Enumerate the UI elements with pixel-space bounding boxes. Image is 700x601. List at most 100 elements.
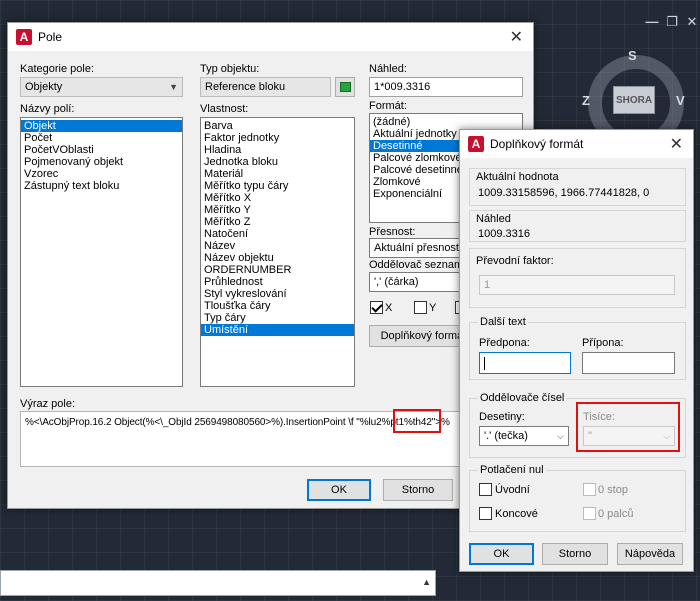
list-item[interactable]: Natočení bbox=[201, 228, 354, 240]
decimal-value: '.' (tečka) bbox=[484, 430, 528, 442]
conversion-value: 1 bbox=[484, 279, 491, 291]
expression-text: %<\AcObjProp.16.2 Object(%<\_ObjId 25694… bbox=[25, 417, 450, 428]
chevron-down-icon: ▼ bbox=[169, 82, 178, 92]
x-label: X bbox=[385, 302, 393, 314]
list-item[interactable]: Typ čáry bbox=[201, 312, 354, 324]
list-item[interactable]: Měřítko typu čáry bbox=[201, 180, 354, 192]
category-label: Kategorie pole: bbox=[20, 63, 94, 75]
conversion-group: Převodní faktor: 1 bbox=[469, 248, 686, 308]
additional-text-group: Další text Předpona: Přípona: bbox=[469, 316, 686, 380]
fieldnames-list[interactable]: Objekt Počet PočetVOblasti Pojmenovaný o… bbox=[20, 117, 183, 387]
dialog-title: Pole bbox=[38, 30, 63, 44]
list-item[interactable]: Jednotka bloku bbox=[201, 156, 354, 168]
minimize-icon[interactable]: — bbox=[642, 14, 662, 29]
ok-button[interactable]: OK bbox=[307, 479, 371, 501]
object-type-label: Typ objektu: bbox=[200, 63, 260, 75]
precision-label: Přesnost: bbox=[369, 226, 416, 238]
zero-suppression-label: Potlačení nul bbox=[478, 464, 546, 476]
list-item[interactable]: Měřítko Z bbox=[201, 216, 354, 228]
x-checkbox[interactable] bbox=[370, 301, 383, 314]
list-item[interactable]: Objekt bbox=[21, 120, 182, 132]
viewcube-face[interactable]: SHORA bbox=[613, 86, 655, 114]
list-item[interactable]: Měřítko X bbox=[201, 192, 354, 204]
select-object-button[interactable] bbox=[335, 77, 355, 97]
list-item[interactable]: Pojmenovaný objekt bbox=[21, 156, 182, 168]
dialog-title: Doplňkový formát bbox=[490, 137, 584, 151]
zero-inches-checkbox[interactable] bbox=[583, 507, 596, 520]
zero-inches-label: 0 palců bbox=[598, 508, 634, 520]
autocad-logo-icon: A bbox=[468, 136, 484, 152]
text-caret bbox=[484, 357, 485, 370]
separator-value: ',' (čárka) bbox=[374, 276, 419, 288]
list-item[interactable]: Umístění bbox=[201, 324, 354, 336]
separator-label: Oddělovač seznamu: bbox=[369, 259, 473, 271]
zero-feet-checkbox[interactable] bbox=[583, 483, 596, 496]
field-dialog-titlebar[interactable]: A Pole ✕ bbox=[8, 23, 533, 51]
property-list[interactable]: Barva Faktor jednotky Hladina Jednotka b… bbox=[200, 117, 355, 387]
list-item[interactable]: Název bbox=[201, 240, 354, 252]
ok-button[interactable]: OK bbox=[469, 543, 534, 565]
viewcube-east-label: V bbox=[676, 93, 685, 108]
list-item[interactable]: Hladina bbox=[201, 144, 354, 156]
preview-field: 1*009.3316 bbox=[369, 77, 523, 97]
viewcube-west-label: Z bbox=[582, 93, 590, 108]
viewcube-south-label: S bbox=[628, 48, 637, 63]
list-item[interactable]: (žádné) bbox=[370, 116, 522, 128]
preview-value: 1*009.3316 bbox=[374, 81, 431, 93]
list-item[interactable]: Materiál bbox=[201, 168, 354, 180]
zero-feet-label: 0 stop bbox=[598, 484, 628, 496]
prefix-label: Předpona: bbox=[479, 337, 530, 349]
decimal-combo[interactable]: '.' (tečka) ⌵ bbox=[479, 426, 569, 446]
cancel-button[interactable]: Storno bbox=[383, 479, 453, 501]
extra-format-titlebar[interactable]: A Doplňkový formát ✕ bbox=[460, 130, 693, 158]
conversion-label: Převodní faktor: bbox=[476, 255, 554, 267]
decimal-label: Desetiny: bbox=[479, 411, 525, 423]
suffix-label: Přípona: bbox=[582, 337, 624, 349]
cancel-button[interactable]: Storno bbox=[542, 543, 608, 565]
list-item[interactable]: ORDERNUMBER bbox=[201, 264, 354, 276]
additional-text-label: Další text bbox=[478, 316, 528, 328]
category-combo[interactable]: Objekty ▼ bbox=[20, 77, 183, 97]
list-item[interactable]: Počet bbox=[21, 132, 182, 144]
list-item[interactable]: Zástupný text bloku bbox=[21, 180, 182, 192]
y-label: Y bbox=[429, 302, 437, 314]
fieldnames-label: Názvy polí: bbox=[20, 103, 75, 115]
prefix-input[interactable] bbox=[479, 352, 571, 374]
format-label: Formát: bbox=[369, 100, 407, 112]
expression-box[interactable]: %<\AcObjProp.16.2 Object(%<\_ObjId 25694… bbox=[20, 411, 523, 467]
command-line[interactable]: ▲ bbox=[0, 570, 436, 596]
expression-label: Výraz pole: bbox=[20, 398, 76, 410]
preview-group: Náhled 1009.3316 bbox=[469, 210, 686, 242]
list-item[interactable]: PočetVOblasti bbox=[21, 144, 182, 156]
chevron-down-icon: ⌵ bbox=[557, 431, 564, 441]
select-object-icon bbox=[340, 82, 351, 92]
autocad-logo-icon: A bbox=[16, 29, 32, 45]
y-checkbox[interactable] bbox=[414, 301, 427, 314]
restore-icon[interactable]: ❐ bbox=[662, 14, 682, 30]
list-item[interactable]: Barva bbox=[201, 120, 354, 132]
help-button[interactable]: Nápověda bbox=[617, 543, 683, 565]
preview-label: Náhled bbox=[476, 213, 511, 225]
close-icon[interactable]: ✕ bbox=[670, 134, 683, 154]
field-dialog: A Pole ✕ Kategorie pole: Objekty ▼ Názvy… bbox=[7, 22, 534, 509]
chevron-up-icon[interactable]: ▲ bbox=[422, 577, 431, 587]
list-item[interactable]: Vzorec bbox=[21, 168, 182, 180]
object-type-field: Reference bloku bbox=[200, 77, 331, 97]
list-item[interactable]: Tloušťka čáry bbox=[201, 300, 354, 312]
preview-label: Náhled: bbox=[369, 63, 407, 75]
close-icon[interactable]: ✕ bbox=[510, 27, 523, 47]
current-value: 1009.33158596, 1966.77441828, 0 bbox=[478, 187, 650, 199]
leading-checkbox[interactable] bbox=[479, 483, 492, 496]
list-item[interactable]: Styl vykreslování bbox=[201, 288, 354, 300]
list-item[interactable]: Faktor jednotky bbox=[201, 132, 354, 144]
precision-value: Aktuální přesnost bbox=[374, 242, 459, 254]
list-item[interactable]: Měřítko Y bbox=[201, 204, 354, 216]
current-value-group: Aktuální hodnota 1009.33158596, 1966.774… bbox=[469, 168, 686, 206]
list-item[interactable]: Název objektu bbox=[201, 252, 354, 264]
close-icon[interactable]: ✕ bbox=[682, 14, 700, 30]
trailing-checkbox[interactable] bbox=[479, 507, 492, 520]
zero-suppression-group: Potlačení nul Úvodní Koncové 0 stop 0 pa… bbox=[469, 464, 686, 532]
preview-value: 1009.3316 bbox=[478, 228, 530, 240]
suffix-input[interactable] bbox=[582, 352, 675, 374]
list-item[interactable]: Průhlednost bbox=[201, 276, 354, 288]
